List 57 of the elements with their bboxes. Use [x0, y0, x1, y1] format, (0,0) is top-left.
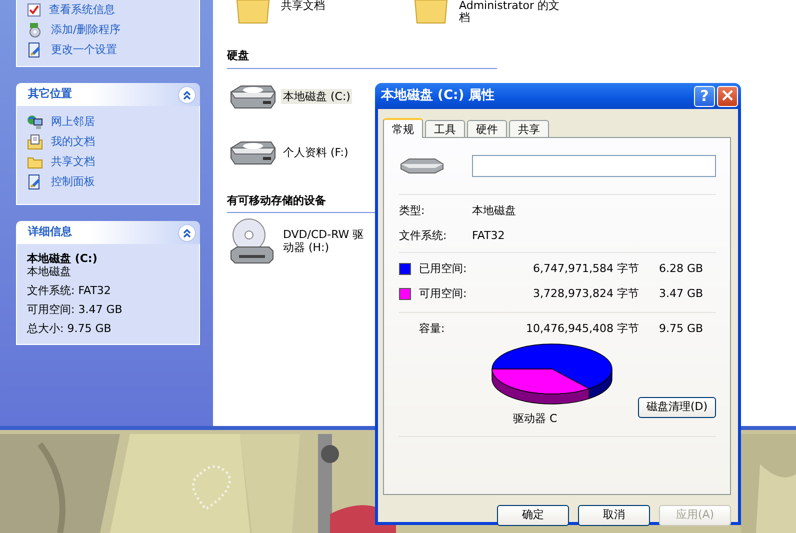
capacity-label: 容量: — [419, 321, 446, 337]
drive-label[interactable]: DVD/CD-RW 驱动器 (H:) — [281, 227, 373, 255]
disk-cleanup-button[interactable]: 磁盘清理(D) — [638, 396, 716, 418]
window-title: 本地磁盘 (C:) 属性 — [381, 87, 496, 106]
disc-box-icon — [27, 22, 43, 38]
checklist-icon — [27, 3, 41, 17]
detail-text: 可用空间: 3.47 GB — [27, 303, 124, 317]
field-label: 文件系统: — [399, 228, 448, 244]
folder-label[interactable]: 共享文档 — [281, 0, 361, 12]
name-field[interactable] — [472, 155, 716, 177]
dialog-button[interactable]: 取消 — [578, 505, 650, 526]
panel-title: 详细信息 — [28, 224, 72, 240]
drive-caption: 驱动器 C — [513, 410, 558, 426]
close-button[interactable]: × — [717, 86, 738, 106]
panel-header[interactable]: 详细信息 — [16, 221, 200, 244]
place-link[interactable]: 我的文档 — [51, 134, 95, 150]
task-link[interactable]: 更改一个设置 — [51, 42, 117, 58]
folder-icon — [27, 155, 43, 169]
panel-title: 其它位置 — [28, 86, 72, 102]
panel-header[interactable]: 其它位置 — [16, 83, 200, 106]
collapse-icon[interactable] — [178, 224, 196, 242]
size-value: 6.28 GB — [658, 261, 704, 277]
size-value: 3.47 GB — [658, 286, 704, 302]
folder-label[interactable]: Administrator 的文档 — [459, 0, 569, 24]
task-link[interactable]: 添加/删除程序 — [51, 22, 121, 38]
control-panel-icon — [27, 174, 43, 190]
collapse-icon[interactable] — [178, 86, 196, 104]
tab[interactable]: 硬件 — [467, 120, 507, 137]
drive-name: 本地磁盘 (C:) — [27, 252, 98, 265]
drive-label[interactable]: 个人资料 (F:) — [281, 145, 350, 160]
drive-type: 本地磁盘 — [27, 265, 72, 279]
help-button[interactable]: ? — [694, 86, 715, 106]
dialog-button[interactable]: 确定 — [497, 505, 569, 526]
field-value: FAT32 — [472, 228, 506, 244]
usage-label: 已用空间: — [419, 261, 468, 277]
network-icon — [27, 114, 43, 130]
hard-drive-icon — [399, 158, 445, 174]
detail-text: 总大小: 9.75 GB — [27, 322, 112, 336]
documents-icon — [27, 134, 43, 150]
tab[interactable]: 常规 — [383, 118, 423, 138]
place-link[interactable]: 网上邻居 — [51, 114, 95, 130]
size-value: 9.75 GB — [658, 321, 704, 337]
detail-text: 文件系统: FAT32 — [27, 284, 112, 298]
usage-label: 可用空间: — [419, 286, 468, 302]
control-panel-icon — [27, 42, 43, 58]
byte-count: 6,747,971,584 字节 — [532, 261, 639, 277]
task-link[interactable]: 查看系统信息 — [49, 2, 115, 18]
byte-count: 10,476,945,408 字节 — [525, 321, 639, 337]
byte-count: 3,728,973,824 字节 — [532, 286, 639, 302]
place-link[interactable]: 共享文档 — [51, 154, 95, 170]
drive-label[interactable]: 本地磁盘 (C:) — [281, 89, 352, 104]
section-header: 硬盘 — [227, 48, 497, 68]
folder-icon — [413, 0, 449, 24]
tab[interactable]: 共享 — [509, 120, 549, 137]
tab[interactable]: 工具 — [425, 120, 465, 137]
place-link[interactable]: 控制面板 — [51, 174, 95, 190]
folder-icon — [235, 0, 271, 24]
